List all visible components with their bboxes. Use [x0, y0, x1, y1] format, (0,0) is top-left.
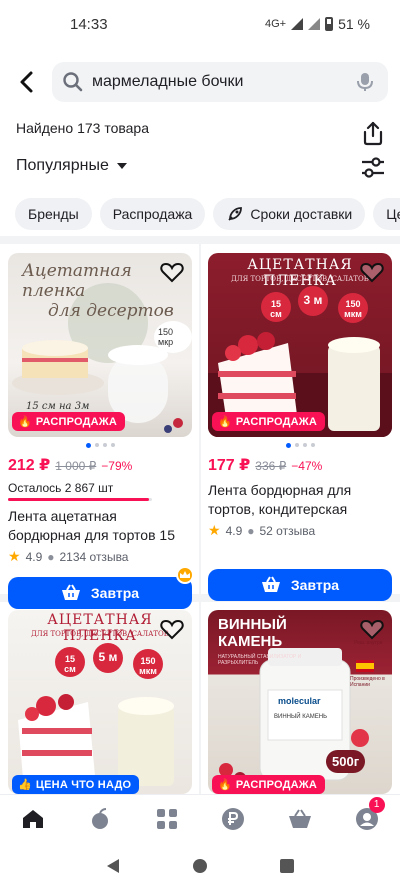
battery-icon — [325, 17, 334, 31]
status-bar: 14:33 4G+ 51 % — [0, 0, 400, 50]
product-title[interactable]: Лента ацетатная бордюрная для тортов 15 … — [8, 507, 192, 545]
signal-icon-2 — [308, 18, 321, 30]
microphone-icon[interactable] — [356, 72, 374, 92]
stock-progress — [8, 498, 152, 501]
star-icon: ★ — [8, 548, 21, 564]
section-divider — [0, 236, 400, 244]
system-home-icon[interactable] — [192, 858, 208, 874]
star-icon: ★ — [208, 522, 221, 538]
back-arrow-icon[interactable] — [16, 68, 40, 96]
sale-badge: 🔥 РАСПРОДАЖА — [212, 775, 326, 794]
chevron-down-icon — [116, 163, 127, 169]
old-price: 1 000 ₽ — [55, 459, 97, 473]
nav-cart[interactable] — [280, 799, 320, 839]
image-pagination — [8, 443, 192, 449]
product-image[interactable]: АЦЕТАТНАЯ ПЛЕНКА ДЛЯ ТОРТОВ, ДЕСЕРТОВ, С… — [8, 610, 192, 794]
product-image[interactable]: Ацетатная пленка для десертов 150 мкр 15 … — [8, 253, 192, 437]
product-card[interactable]: АЦЕТАТНАЯ ПЛЕНКА ДЛЯ ТОРТОВ, ДЕСЕРТОВ, С… — [208, 253, 392, 601]
sale-badge: 🔥 РАСПРОДАЖА — [12, 412, 126, 431]
cart-basket-icon — [288, 808, 311, 828]
old-price: 336 ₽ — [255, 459, 287, 473]
basket-icon — [61, 584, 80, 600]
battery-level: 51 % — [338, 16, 370, 32]
discount: −79% — [101, 459, 133, 473]
filter-chips: Бренды Распродажа Сроки доставки Цена — [15, 198, 400, 230]
price-badge: 👍 ЦЕНА ЧТО НАДО — [12, 775, 140, 794]
image-pagination — [208, 443, 392, 449]
chip-sale[interactable]: Распродажа — [99, 198, 206, 230]
favorite-heart-icon[interactable] — [160, 618, 184, 640]
home-icon — [23, 809, 44, 828]
ruble-icon — [222, 807, 245, 830]
product-card[interactable]: ВИННЫЙ КАМЕНЬ НАТУРАЛЬНЫЙ СТАБИЛИЗАТОР И … — [208, 610, 392, 794]
signal-icon — [291, 18, 304, 30]
filter-settings-icon[interactable] — [360, 156, 386, 180]
product-card[interactable]: Ацетатная пленка для десертов 150 мкр 15 … — [8, 253, 192, 609]
search-bar — [0, 62, 400, 102]
nav-home[interactable] — [13, 799, 53, 839]
sort-dropdown[interactable]: Популярные — [16, 157, 127, 175]
discount: −47% — [291, 459, 323, 473]
product-title[interactable]: Лента бордюрная для тортов, кондитерская… — [208, 481, 392, 519]
fire-icon: 🔥 — [218, 779, 232, 791]
rating: ★ 4.9 ● 52 отзыва — [208, 522, 316, 538]
network-label: 4G+ — [264, 18, 287, 30]
product-image[interactable]: АЦЕТАТНАЯ ПЛЕНКА ДЛЯ ТОРТОВ, ДЕСЕРТОВ, С… — [208, 253, 392, 437]
status-time: 14:33 — [70, 16, 108, 33]
chip-brands[interactable]: Бренды — [15, 198, 92, 230]
favorite-heart-icon[interactable] — [360, 261, 384, 283]
share-icon[interactable] — [360, 120, 386, 146]
nav-profile[interactable]: 1 — [347, 796, 387, 839]
system-recents-icon[interactable] — [279, 858, 295, 874]
favorite-heart-icon[interactable] — [160, 261, 184, 283]
nav-finance[interactable] — [213, 799, 253, 839]
product-image[interactable]: ВИННЫЙ КАМЕНЬ НАТУРАЛЬНЫЙ СТАБИЛИЗАТОР И … — [208, 610, 392, 794]
fire-icon: 🔥 — [18, 416, 32, 428]
search-input[interactable] — [92, 73, 342, 91]
price: 212 ₽ — [8, 457, 51, 474]
rocket-icon — [228, 207, 243, 221]
search-field[interactable] — [52, 62, 388, 102]
column-divider — [199, 244, 201, 794]
chip-delivery-time[interactable]: Сроки доставки — [213, 198, 366, 230]
notification-badge: 1 — [368, 796, 385, 813]
price: 177 ₽ — [208, 457, 251, 474]
nav-fresh[interactable] — [80, 799, 120, 839]
chip-price[interactable]: Цена — [373, 198, 400, 230]
favorite-heart-icon[interactable] — [360, 618, 384, 640]
sort-label: Популярные — [16, 157, 109, 174]
apple-icon — [91, 807, 108, 829]
thumbs-up-icon: 👍 — [18, 779, 32, 791]
add-to-cart-button[interactable]: Завтра — [208, 569, 392, 601]
add-to-cart-button[interactable]: Завтра — [8, 577, 192, 609]
results-count: Найдено 173 товара — [16, 120, 150, 136]
product-card[interactable]: АЦЕТАТНАЯ ПЛЕНКА ДЛЯ ТОРТОВ, ДЕСЕРТОВ, С… — [8, 610, 192, 794]
comment-icon: ● — [47, 549, 55, 564]
nav-catalog[interactable] — [147, 799, 187, 839]
system-navigation — [0, 842, 400, 889]
crown-icon — [176, 566, 194, 584]
catalog-grid-icon — [156, 808, 177, 829]
sale-badge: 🔥 РАСПРОДАЖА — [212, 412, 326, 431]
system-back-icon[interactable] — [105, 857, 121, 875]
comment-icon: ● — [247, 523, 255, 538]
bottom-navigation: 1 — [0, 794, 400, 842]
stock-left: Осталось 2 867 шт — [8, 481, 114, 495]
fire-icon: 🔥 — [218, 416, 232, 428]
rating: ★ 4.9 ● 2134 отзыва — [8, 548, 129, 564]
basket-icon — [261, 576, 280, 592]
search-icon — [63, 72, 83, 92]
